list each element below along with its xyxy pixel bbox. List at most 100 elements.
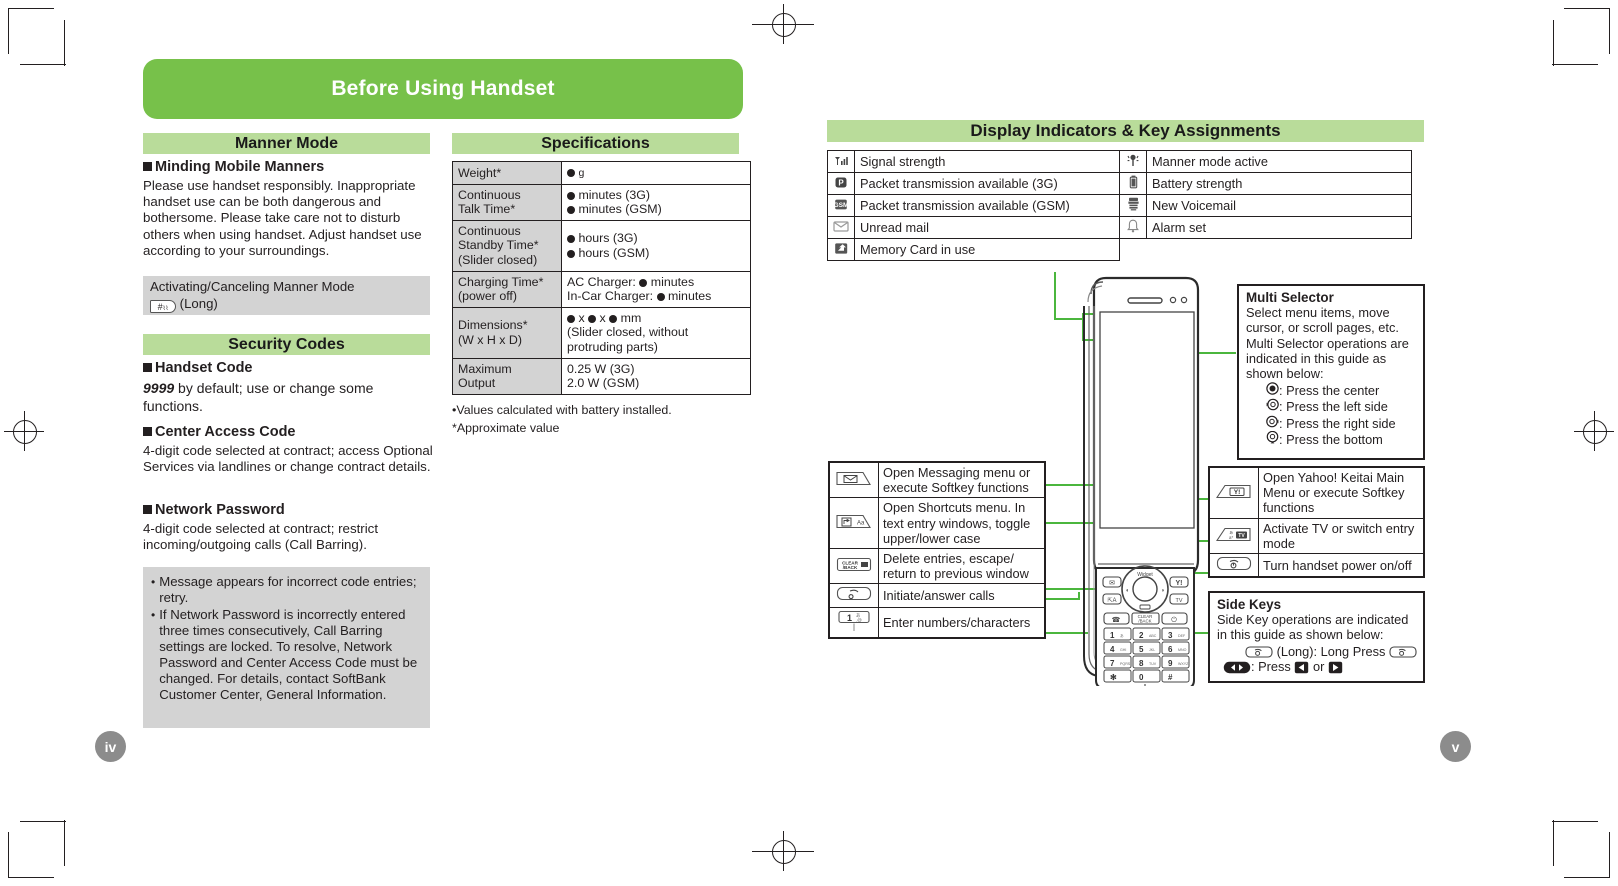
svg-text:4: 4 (1110, 645, 1115, 654)
battery-icon (1119, 172, 1147, 195)
key-desc: Open Shortcuts menu. In text entry windo… (878, 497, 1046, 550)
table-row: ぁ a* TV Activate TV or switch entry mode (1208, 517, 1425, 555)
svg-text:⇱A: ⇱A (1107, 597, 1116, 604)
svg-text:1: 1 (1110, 631, 1115, 640)
svg-text:MNO: MNO (1178, 648, 1187, 652)
empty-cell (1120, 239, 1147, 261)
svg-text:Widget: Widget (1137, 572, 1153, 578)
handset-illustration: Widget ◖ ◗ ✉ Y! ⇱A TV ☎ CLEAR /BACK ⏻ 12… (1060, 276, 1200, 689)
section-header-manner-mode: Manner Mode (143, 133, 430, 154)
voicemail-icon (1119, 194, 1147, 217)
table-row: Continuous Talk Time* minutes (3G) minute… (452, 183, 751, 221)
subheading-handset-code: Handset Code (143, 360, 433, 377)
indicator-label: Battery strength (1146, 172, 1412, 195)
svg-text:⏻: ⏻ (1171, 616, 1177, 624)
svg-text:◗: ◗ (1161, 588, 1165, 594)
bullet-square-icon (143, 505, 152, 514)
table-row: Aa Open Shortcuts menu. In text entry wi… (828, 497, 1046, 550)
indicator-label: Packet transmission available (3G) (854, 172, 1120, 195)
manner-mode-icon (1119, 150, 1147, 173)
bullet-square-icon (143, 427, 152, 436)
banner-title: Before Using Handset (331, 77, 555, 100)
svg-text:TV: TV (1176, 598, 1183, 604)
svg-text:1: 1 (847, 613, 852, 623)
side-keys-body: Side Key operations are indicated in thi… (1217, 612, 1409, 643)
svg-text:/BACK: /BACK (843, 565, 858, 570)
svg-text:3: 3 (1168, 631, 1173, 640)
multi-selector-item: : Press the right side (1266, 415, 1417, 431)
spec-key: Weight* (452, 161, 562, 185)
subheading-center-access-code: Center Access Code (143, 424, 433, 441)
table-row: Y! Open Yahoo! Keitai Main Menu or execu… (1208, 466, 1425, 519)
placeholder-dot-icon (639, 278, 648, 287)
spec-value: x x mm (Slider closed, without protruding … (561, 306, 751, 359)
svg-text:あ: あ (1120, 633, 1124, 638)
svg-text:TV: TV (1238, 533, 1245, 539)
table-row: Memory Card in use (827, 238, 1412, 261)
indicator-label: Signal strength (854, 150, 1120, 173)
multi-selector-item: : Press the bottom (1266, 430, 1417, 447)
key-desc: Activate TV or switch entry mode (1258, 517, 1425, 555)
spec-footnote-2: *Approximate value (452, 421, 560, 435)
table-row: Dimensions* (W x H x D) x x mm (Slider clo… (452, 306, 751, 359)
table-row: 1 あ .@ Enter numbers/characters (828, 606, 1046, 639)
unread-mail-icon (827, 216, 855, 239)
table-row: Signal strength Manner mode active (827, 150, 1412, 173)
indicator-label: Unread mail (854, 216, 1120, 239)
svg-text:2: 2 (1139, 631, 1144, 640)
security-note-1: Message appears for incorrect code entri… (159, 574, 417, 605)
table-row: P Packet transmission available (3G) Bat… (827, 172, 1412, 195)
spec-value: AC Charger: minutes In-Car Charger: minut… (561, 270, 751, 308)
key-assignments-left-table: Open Messaging menu or execute Softkey f… (828, 461, 1046, 639)
spec-key: Dimensions* (W x H x D) (452, 306, 562, 359)
spec-key: Charging Time* (power off) (452, 270, 562, 308)
svg-text:#: # (1168, 673, 1173, 682)
svg-text:GSM: GSM (834, 202, 848, 209)
placeholder-dot-icon (567, 314, 575, 323)
call-key-icon (828, 583, 879, 608)
spec-value: 0.25 W (3G) 2.0 W (GSM) (561, 357, 751, 395)
svg-text:Aa: Aa (857, 521, 865, 527)
center-access-code-body: 4-digit code selected at contract; acces… (143, 443, 433, 475)
packet-gsm-icon: GSM (827, 194, 855, 217)
power-key-icon (1208, 553, 1259, 578)
placeholder-dot-icon (567, 206, 575, 215)
side-call-key-icon (1245, 646, 1273, 658)
spec-footnote-1: •Values calculated with battery installe… (452, 403, 672, 417)
key-desc: Delete entries, escape/ return to previo… (878, 548, 1046, 585)
signal-strength-icon (827, 150, 855, 173)
indicator-label: Memory Card in use (854, 238, 1120, 261)
side-right-key-icon (1328, 661, 1343, 674)
spec-key: Maximum Output (452, 357, 562, 395)
multi-selector-item: : Press the center (1266, 382, 1417, 398)
svg-text:9: 9 (1168, 659, 1173, 668)
key-desc: Initiate/answer calls (878, 583, 1046, 608)
shortcuts-key-icon: Aa (828, 497, 879, 550)
side-keys-line-1: (Long): Long Press (1245, 644, 1417, 659)
placeholder-dot-icon (567, 235, 575, 244)
mail-softkey-icon (828, 461, 879, 499)
svg-text:ABC: ABC (1149, 634, 1157, 638)
subheading-minding-mobile-manners: Minding Mobile Manners (143, 159, 433, 176)
display-indicators-table: Signal strength Manner mode active P Pac… (827, 150, 1412, 261)
hash-key-icon: #⌇⌇ (150, 300, 176, 313)
side-call-key-icon (1389, 646, 1417, 658)
multiselector-right-icon (1266, 415, 1279, 427)
page-number-left: iv (95, 731, 126, 762)
svg-text:6: 6 (1168, 645, 1173, 654)
packet-3g-icon: P (827, 172, 855, 195)
placeholder-dot-icon (567, 169, 575, 177)
security-note-2: If Network Password is incorrectly enter… (159, 607, 418, 702)
bullet-square-icon (143, 162, 152, 171)
svg-text:JKL: JKL (1149, 648, 1155, 652)
indicator-label: Alarm set (1146, 216, 1412, 239)
subheading-network-password: Network Password (143, 502, 433, 519)
svg-text:7: 7 (1110, 659, 1115, 668)
table-row: Open Messaging menu or execute Softkey f… (828, 461, 1046, 499)
key-desc: Open Yahoo! Keitai Main Menu or execute … (1258, 466, 1425, 519)
side-updown-key-icon (1223, 661, 1251, 674)
keypad-key-icon: 1 あ .@ (828, 606, 879, 639)
bullet-square-icon (143, 363, 152, 372)
svg-text:0: 0 (1139, 673, 1144, 682)
memory-card-icon (827, 238, 855, 261)
